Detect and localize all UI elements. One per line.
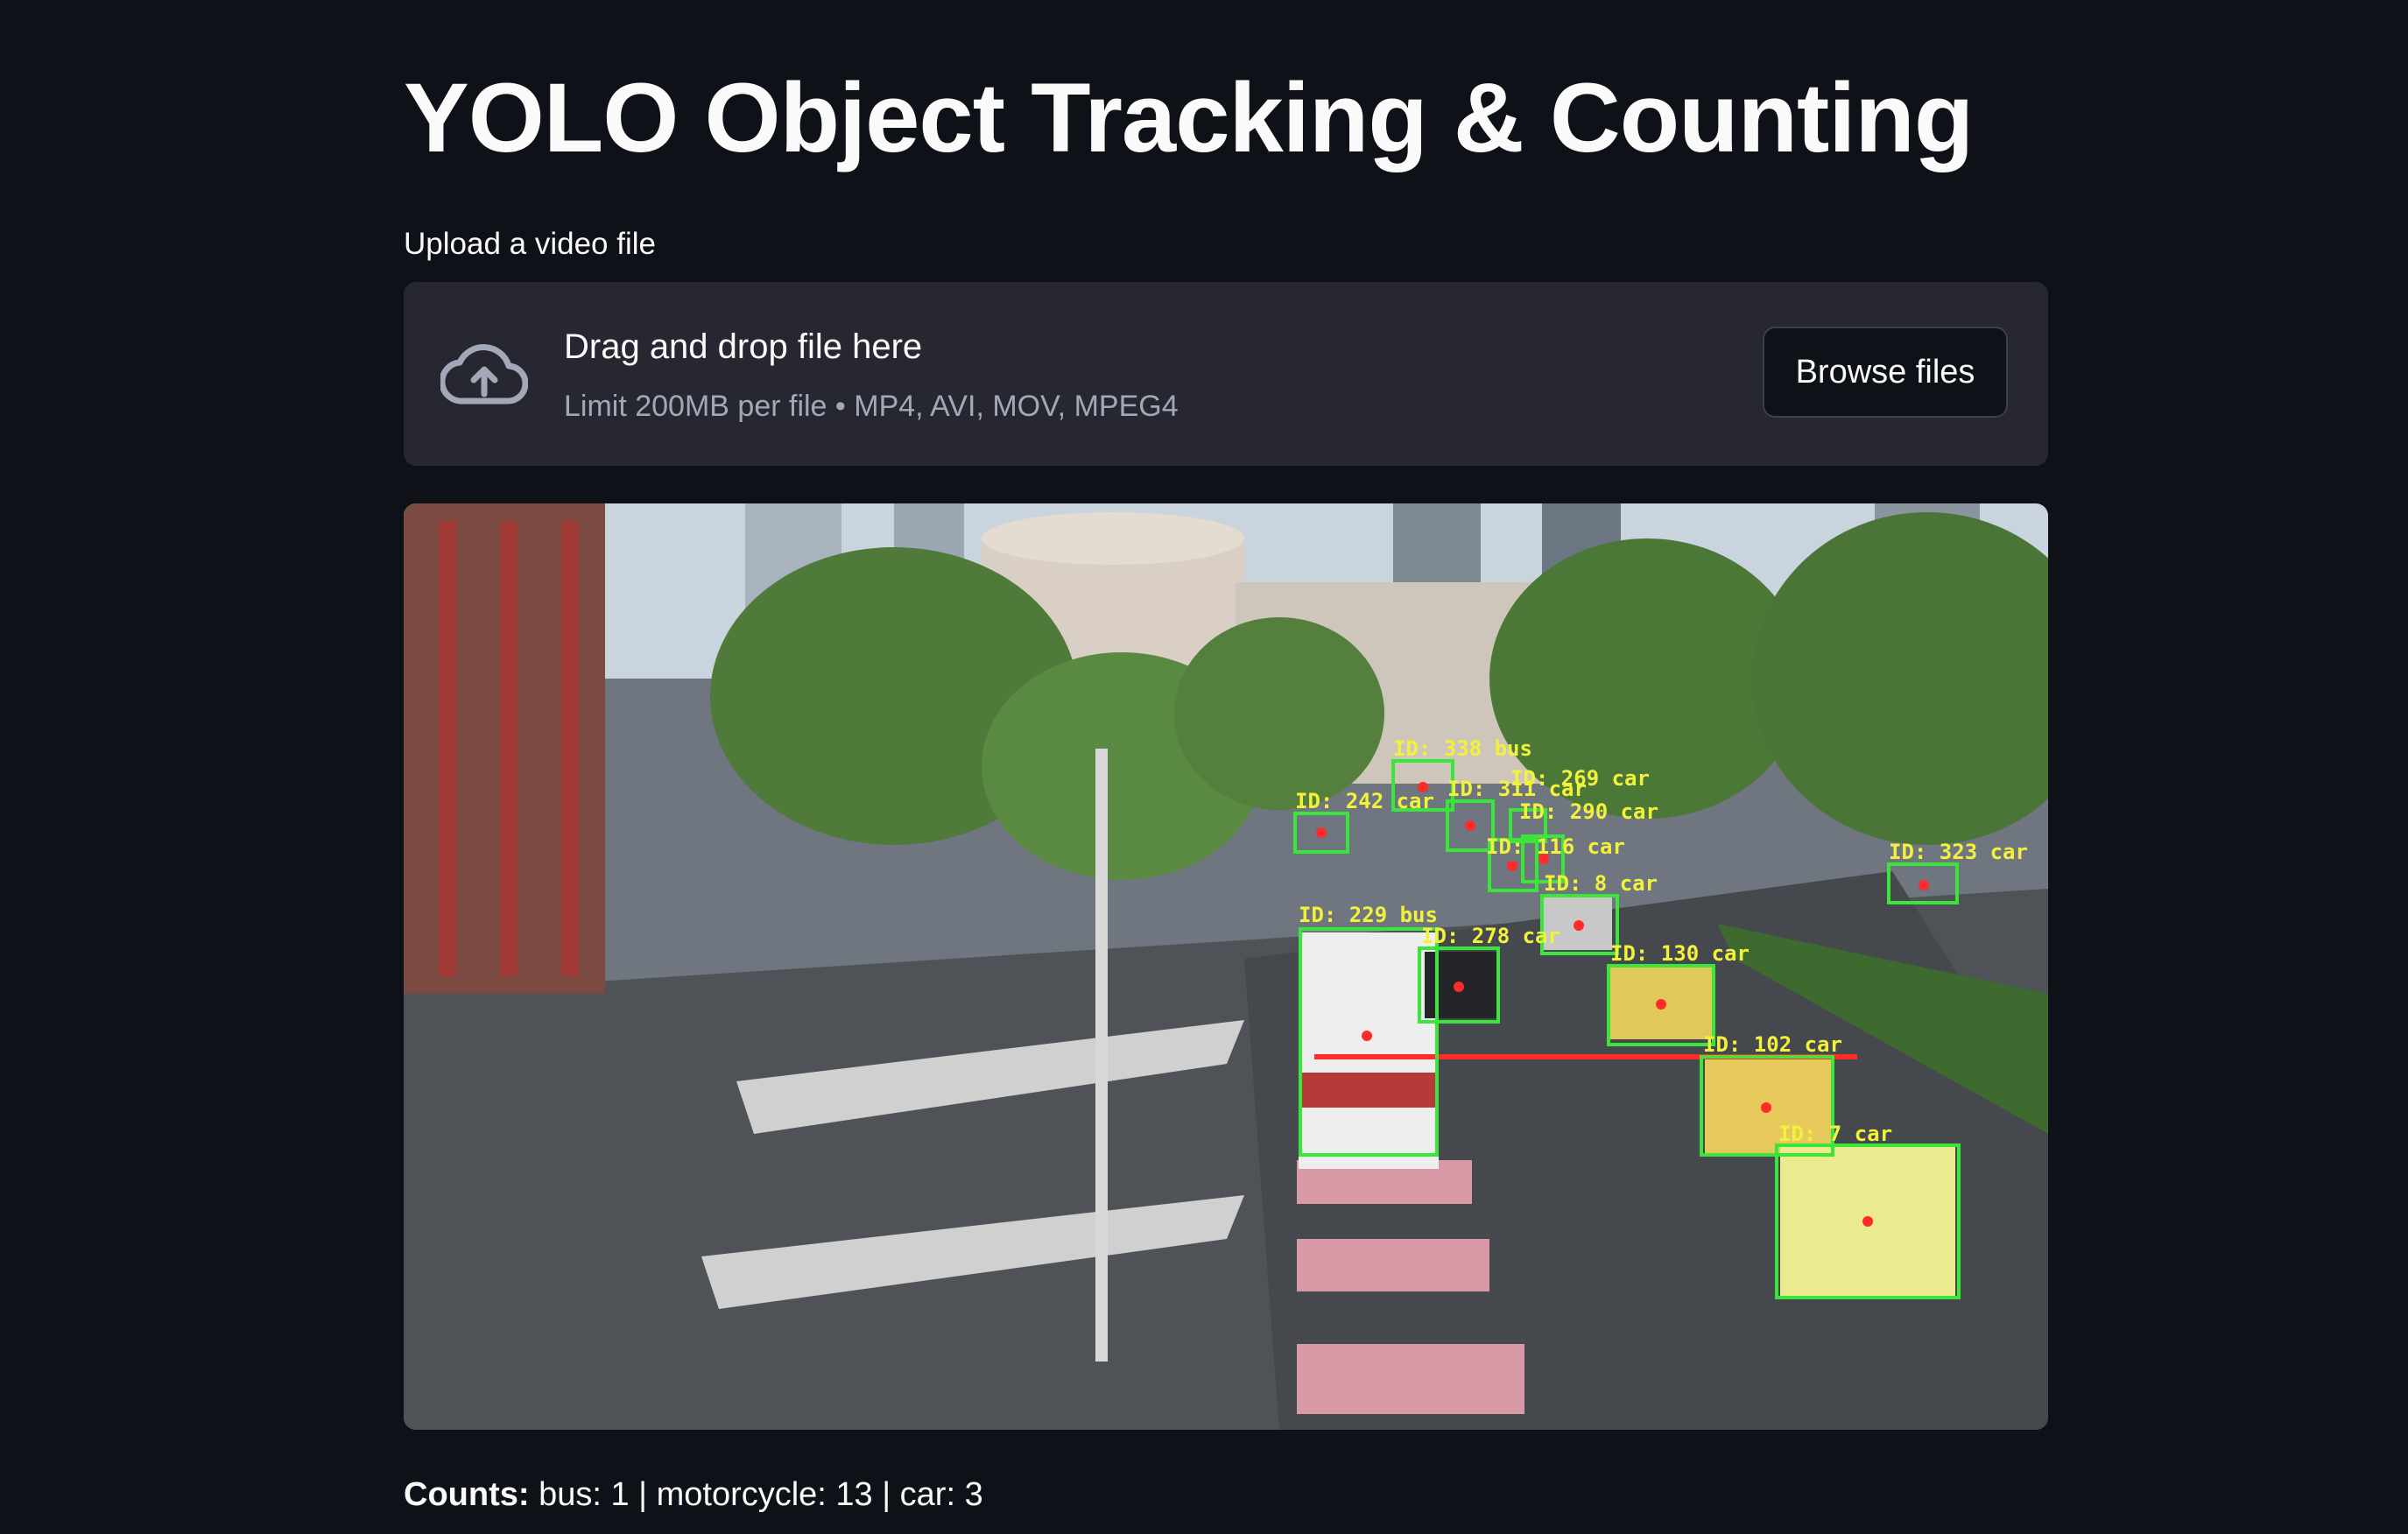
detection-label: ID: 242 car [1295, 789, 1434, 813]
detection-label: ID: 278 car [1421, 924, 1560, 948]
detection-label: ID: 323 car [1889, 840, 2028, 864]
video-frame-image: ID: 229 bus ID: 278 car ID: 130 car ID: … [404, 503, 2048, 1430]
page-title: YOLO Object Tracking & Counting [404, 63, 1974, 172]
file-dropzone[interactable]: Drag and drop file here Limit 200MB per … [404, 282, 2048, 466]
video-frame: ID: 229 bus ID: 278 car ID: 130 car ID: … [404, 503, 2048, 1430]
detection-label: ID: 8 car [1544, 871, 1658, 896]
uploader-label: Upload a video file [404, 227, 656, 261]
dropzone-instructions: Drag and drop file here [564, 327, 923, 366]
detection-label: ID: 290 car [1519, 799, 1658, 824]
detection-label: ID: 229 bus [1299, 903, 1438, 927]
cloud-upload-icon [440, 344, 528, 405]
detection-label: ID: 102 car [1703, 1032, 1842, 1057]
detection-label: ID: 130 car [1610, 941, 1750, 966]
counts-label: Counts: [404, 1476, 530, 1513]
counts-summary: Counts: bus: 1 | motorcycle: 13 | car: 3 [404, 1473, 983, 1516]
detection-label: ID: 7 car [1778, 1122, 1892, 1146]
counts-value: bus: 1 | motorcycle: 13 | car: 3 [539, 1476, 983, 1513]
dropzone-file-limits: Limit 200MB per file • MP4, AVI, MOV, MP… [564, 390, 1179, 423]
detection-label: ID: 338 bus [1393, 736, 1532, 761]
detection-label: ID: 116 car [1486, 834, 1625, 859]
main-content: YOLO Object Tracking & Counting Upload a… [404, 0, 2048, 1534]
detection-label: ID: 269 car [1510, 766, 1650, 791]
browse-files-button[interactable]: Browse files [1763, 327, 2008, 418]
